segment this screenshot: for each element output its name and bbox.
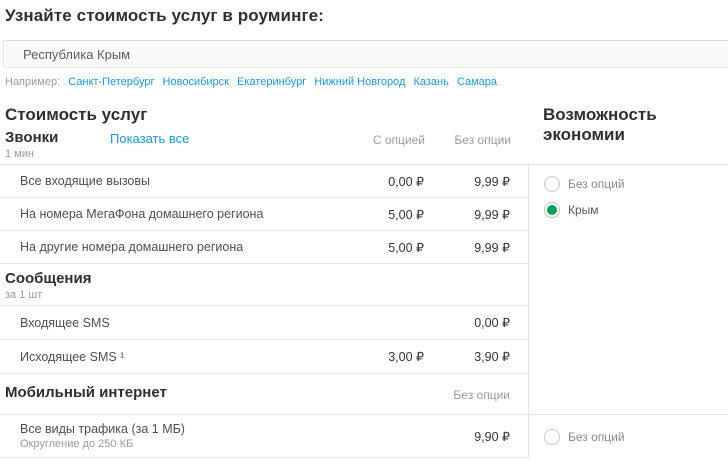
- row-label-block: Все виды трафика (за 1 МБ) Округление до…: [20, 422, 424, 450]
- internet-section-header: Мобильный интернет Без опции: [0, 374, 528, 415]
- row-label: Исходящее SMS ¹: [20, 350, 338, 364]
- messages-unit: за 1 шт: [5, 289, 528, 301]
- calls-header: Звонки 1 мин Показать все С опцией Без о…: [0, 125, 529, 165]
- calls-unit: 1 мин: [5, 148, 110, 160]
- radio-option-no-options-internet[interactable]: Без опций: [544, 429, 625, 445]
- table-row-other-numbers: На другие номера домашнего региона 5,00 …: [0, 231, 528, 264]
- price-without-option: 9,90 ₽: [424, 429, 510, 444]
- savings-options-main: Без опций Крым: [529, 165, 728, 415]
- price-with-option: 5,00 ₽: [338, 240, 424, 255]
- city-link-spb[interactable]: Санкт-Петербург: [68, 76, 154, 88]
- radio-selected-icon[interactable]: [544, 202, 560, 218]
- pricing-table: Все входящие вызовы 0,00 ₽ 9,99 ₽ На ном…: [0, 165, 529, 458]
- savings-spacer: [529, 125, 728, 165]
- row-label: На номера МегаФона домашнего региона: [20, 207, 338, 221]
- calls-header-row: Звонки 1 мин Показать все С опцией Без о…: [0, 125, 728, 165]
- section-headings: Стоимость услуг Возможность экономии: [0, 88, 728, 125]
- savings-panel: Без опций Крым Без опций: [529, 165, 728, 458]
- city-link-samara[interactable]: Самара: [457, 76, 497, 88]
- table-row-incoming-calls: Все входящие вызовы 0,00 ₽ 9,99 ₽: [0, 165, 528, 198]
- col-header-with-option: С опцией: [339, 133, 425, 147]
- price-without-option: 0,00 ₽: [424, 315, 510, 330]
- table-row-outgoing-sms: Исходящее SMS ¹ 3,00 ₽ 3,90 ₽: [0, 340, 528, 374]
- col-header-without-option: Без опции: [424, 385, 510, 402]
- price-with-option: 0,00 ₽: [338, 174, 424, 189]
- city-link-novosibirsk[interactable]: Новосибирск: [163, 76, 229, 88]
- city-link-ekaterinburg[interactable]: Екатеринбург: [237, 76, 306, 88]
- internet-title: Мобильный интернет: [5, 385, 167, 401]
- city-link-kazan[interactable]: Казань: [413, 76, 448, 88]
- price-without-option: 3,90 ₽: [424, 349, 510, 364]
- price-column-headers: С опцией Без опции: [339, 130, 511, 147]
- radio-unselected-icon[interactable]: [544, 429, 560, 445]
- roaming-pricing-page: Узнайте стоимость услуг в роуминге: Напр…: [0, 0, 728, 464]
- row-sublabel: Округление до 250 КБ: [20, 438, 424, 450]
- price-with-option: 5,00 ₽: [338, 207, 424, 222]
- radio-label: Без опций: [568, 177, 625, 191]
- radio-option-no-options[interactable]: Без опций: [544, 176, 728, 192]
- row-label: На другие номера домашнего региона: [20, 240, 338, 254]
- example-cities: Например: Санкт-Петербург Новосибирск Ек…: [0, 68, 728, 88]
- price-without-option: 9,99 ₽: [424, 240, 510, 255]
- calls-title-block: Звонки 1 мин: [5, 130, 110, 160]
- radio-label: Крым: [568, 203, 599, 217]
- calls-title: Звонки: [5, 130, 110, 146]
- row-label: Входящее SMS: [20, 316, 338, 330]
- messages-title: Сообщения: [5, 271, 528, 287]
- radio-unselected-icon[interactable]: [544, 176, 560, 192]
- city-link-nizhny-novgorod[interactable]: Нижний Новгород: [314, 76, 405, 88]
- region-input[interactable]: [3, 40, 728, 68]
- main-body: Все входящие вызовы 0,00 ₽ 9,99 ₽ На ном…: [0, 165, 728, 458]
- radio-option-crimea[interactable]: Крым: [544, 202, 728, 218]
- col-header-without-option: Без опции: [425, 133, 511, 147]
- show-all-link[interactable]: Показать все: [110, 131, 189, 146]
- table-row-internet-traffic: Все виды трафика (за 1 МБ) Округление до…: [0, 415, 528, 458]
- row-label: Все входящие вызовы: [20, 174, 338, 188]
- radio-label: Без опций: [568, 430, 625, 444]
- savings-options-internet: Без опций: [529, 415, 728, 458]
- row-label: Все виды трафика (за 1 МБ): [20, 422, 424, 436]
- page-title: Узнайте стоимость услуг в роуминге:: [0, 0, 728, 26]
- price-with-option: 3,00 ₽: [338, 349, 424, 364]
- examples-label: Например:: [5, 76, 60, 88]
- price-without-option: 9,99 ₽: [424, 207, 510, 222]
- table-row-incoming-sms: Входящее SMS 0,00 ₽: [0, 306, 528, 340]
- table-row-megafon-numbers: На номера МегаФона домашнего региона 5,0…: [0, 198, 528, 231]
- price-without-option: 9,99 ₽: [424, 174, 510, 189]
- messages-section-header: Сообщения за 1 шт: [0, 264, 528, 306]
